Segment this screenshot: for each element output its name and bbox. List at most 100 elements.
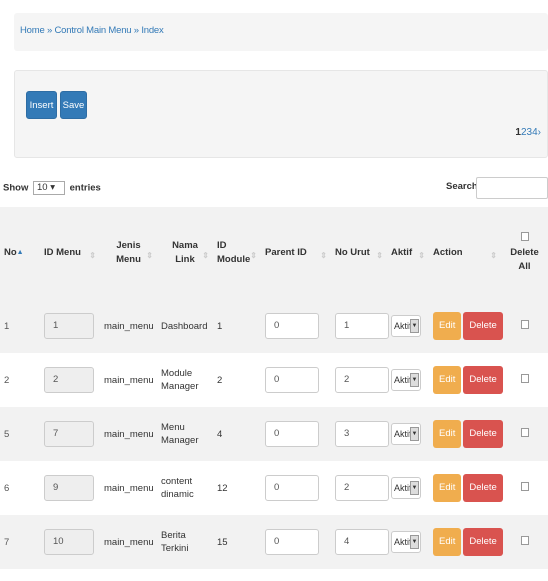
aktif-select[interactable]: Aktif ▼	[391, 369, 421, 391]
length-value: 10	[36, 182, 48, 193]
aktif-value: Aktif	[394, 483, 412, 493]
length-select[interactable]: 10 ▾	[32, 181, 65, 195]
cell-no-urut: 3	[331, 407, 389, 461]
row-delete-checkbox[interactable]	[520, 427, 529, 437]
sort-icon: ⇕	[376, 251, 383, 260]
col-id-module[interactable]: ID Module ⇕	[213, 207, 261, 299]
aktif-value: Aktif	[394, 429, 412, 439]
no-urut-field[interactable]: 2	[335, 367, 389, 393]
sort-icon: ⇕	[146, 251, 153, 260]
cell-no-urut: 1	[331, 299, 389, 353]
insert-button[interactable]: Insert	[26, 91, 57, 119]
cell-id-menu: 1	[40, 299, 100, 353]
delete-button[interactable]: Delete	[463, 366, 503, 394]
row-delete-checkbox[interactable]	[520, 535, 529, 545]
cell-action: Edit Delete	[429, 515, 503, 569]
cell-aktif: Aktif ▼	[387, 407, 429, 461]
cell-delete	[501, 407, 548, 461]
id-menu-field[interactable]: 10	[44, 529, 94, 555]
delete-all-checkbox[interactable]	[520, 232, 529, 241]
cell-parent-id: 0	[261, 299, 331, 353]
cell-no: 6	[4, 482, 10, 494]
delete-button[interactable]: Delete	[463, 528, 503, 556]
parent-id-field[interactable]: 0	[265, 475, 319, 501]
no-urut-field[interactable]: 1	[335, 313, 389, 339]
no-urut-field[interactable]: 3	[335, 421, 389, 447]
cell-parent-id: 0	[261, 515, 331, 569]
save-button[interactable]: Save	[60, 91, 87, 119]
delete-button[interactable]: Delete	[463, 312, 503, 340]
edit-button[interactable]: Edit	[433, 528, 462, 556]
col-nama-link[interactable]: Nama Link ⇕	[157, 207, 213, 299]
delete-button[interactable]: Delete	[463, 420, 503, 448]
sort-icon: ⇕	[418, 251, 425, 260]
delete-button[interactable]: Delete	[463, 474, 503, 502]
col-action[interactable]: Action ⇕	[429, 207, 501, 299]
pagination: 1234›	[515, 127, 541, 138]
cell-no: 2	[4, 374, 10, 386]
cell-nama-link: Menu Manager	[161, 422, 199, 446]
col-parent-id[interactable]: Parent ID ⇕	[261, 207, 331, 299]
no-urut-field[interactable]: 2	[335, 475, 389, 501]
cell-delete	[501, 515, 548, 569]
page-next[interactable]: ›	[538, 127, 541, 138]
cell-nama-link: content dinamic	[161, 476, 194, 500]
table-row: 7 10 main_menu Berita Terkini 15 0 4 Akt…	[0, 515, 548, 569]
col-jenis-menu[interactable]: Jenis Menu ⇕	[100, 207, 157, 299]
cell-nama-link: Berita Terkini	[161, 530, 189, 554]
page-links[interactable]: 234	[521, 127, 538, 138]
col-id-menu[interactable]: ID Menu ⇕	[40, 207, 100, 299]
aktif-select[interactable]: Aktif ▼	[391, 315, 421, 337]
parent-id-field[interactable]: 0	[265, 421, 319, 447]
cell-action: Edit Delete	[429, 461, 503, 515]
id-menu-field[interactable]: 7	[44, 421, 94, 447]
edit-button[interactable]: Edit	[433, 474, 462, 502]
breadcrumb-text[interactable]: Home » Control Main Menu » Index	[20, 25, 164, 36]
cell-jenis-menu: main_menu	[104, 320, 154, 332]
aktif-value: Aktif	[394, 321, 412, 331]
cell-parent-id: 0	[261, 407, 331, 461]
cell-nama-link: Module Manager	[161, 368, 199, 392]
table-row: 1 1 main_menu Dashboard 1 0 1 Aktif ▼ Edi…	[0, 299, 548, 353]
chevron-down-icon: ▼	[410, 535, 419, 549]
cell-parent-id: 0	[261, 353, 331, 407]
col-aktif[interactable]: Aktif ⇕	[387, 207, 429, 299]
cell-id-menu: 10	[40, 515, 100, 569]
search-input[interactable]	[476, 177, 548, 199]
cell-id-module: 4	[217, 428, 223, 440]
cell-parent-id: 0	[261, 461, 331, 515]
chevron-down-icon: ▼	[410, 373, 419, 387]
row-delete-checkbox[interactable]	[520, 481, 529, 491]
aktif-select[interactable]: Aktif ▼	[391, 423, 421, 445]
cell-jenis-menu: main_menu	[104, 482, 154, 494]
parent-id-field[interactable]: 0	[265, 529, 319, 555]
sort-asc-icon: ▲	[16, 249, 24, 256]
cell-action: Edit Delete	[429, 407, 503, 461]
parent-id-field[interactable]: 0	[265, 313, 319, 339]
parent-id-field[interactable]: 0	[265, 367, 319, 393]
cell-delete	[501, 461, 548, 515]
edit-button[interactable]: Edit	[433, 420, 462, 448]
id-menu-field[interactable]: 1	[44, 313, 94, 339]
cell-id-menu: 9	[40, 461, 100, 515]
aktif-select[interactable]: Aktif ▼	[391, 477, 421, 499]
id-menu-field[interactable]: 2	[44, 367, 94, 393]
cell-id-menu: 2	[40, 353, 100, 407]
col-no-urut[interactable]: No Urut ⇕	[331, 207, 387, 299]
cell-no: 7	[4, 536, 10, 548]
no-urut-field[interactable]: 4	[335, 529, 389, 555]
edit-button[interactable]: Edit	[433, 366, 462, 394]
aktif-select[interactable]: Aktif ▼	[391, 531, 421, 553]
row-delete-checkbox[interactable]	[520, 373, 529, 383]
cell-id-module: 12	[217, 482, 228, 494]
length-suffix: entries	[69, 182, 101, 194]
id-menu-field[interactable]: 9	[44, 475, 94, 501]
cell-id-module: 1	[217, 320, 223, 332]
cell-no-urut: 2	[331, 353, 389, 407]
edit-button[interactable]: Edit	[433, 312, 462, 340]
col-no[interactable]: No▲	[0, 207, 40, 299]
cell-nama-link: Dashboard	[161, 320, 208, 332]
cell-id-module: 15	[217, 536, 228, 548]
chevron-down-icon: ▼	[410, 427, 419, 441]
row-delete-checkbox[interactable]	[520, 319, 529, 329]
